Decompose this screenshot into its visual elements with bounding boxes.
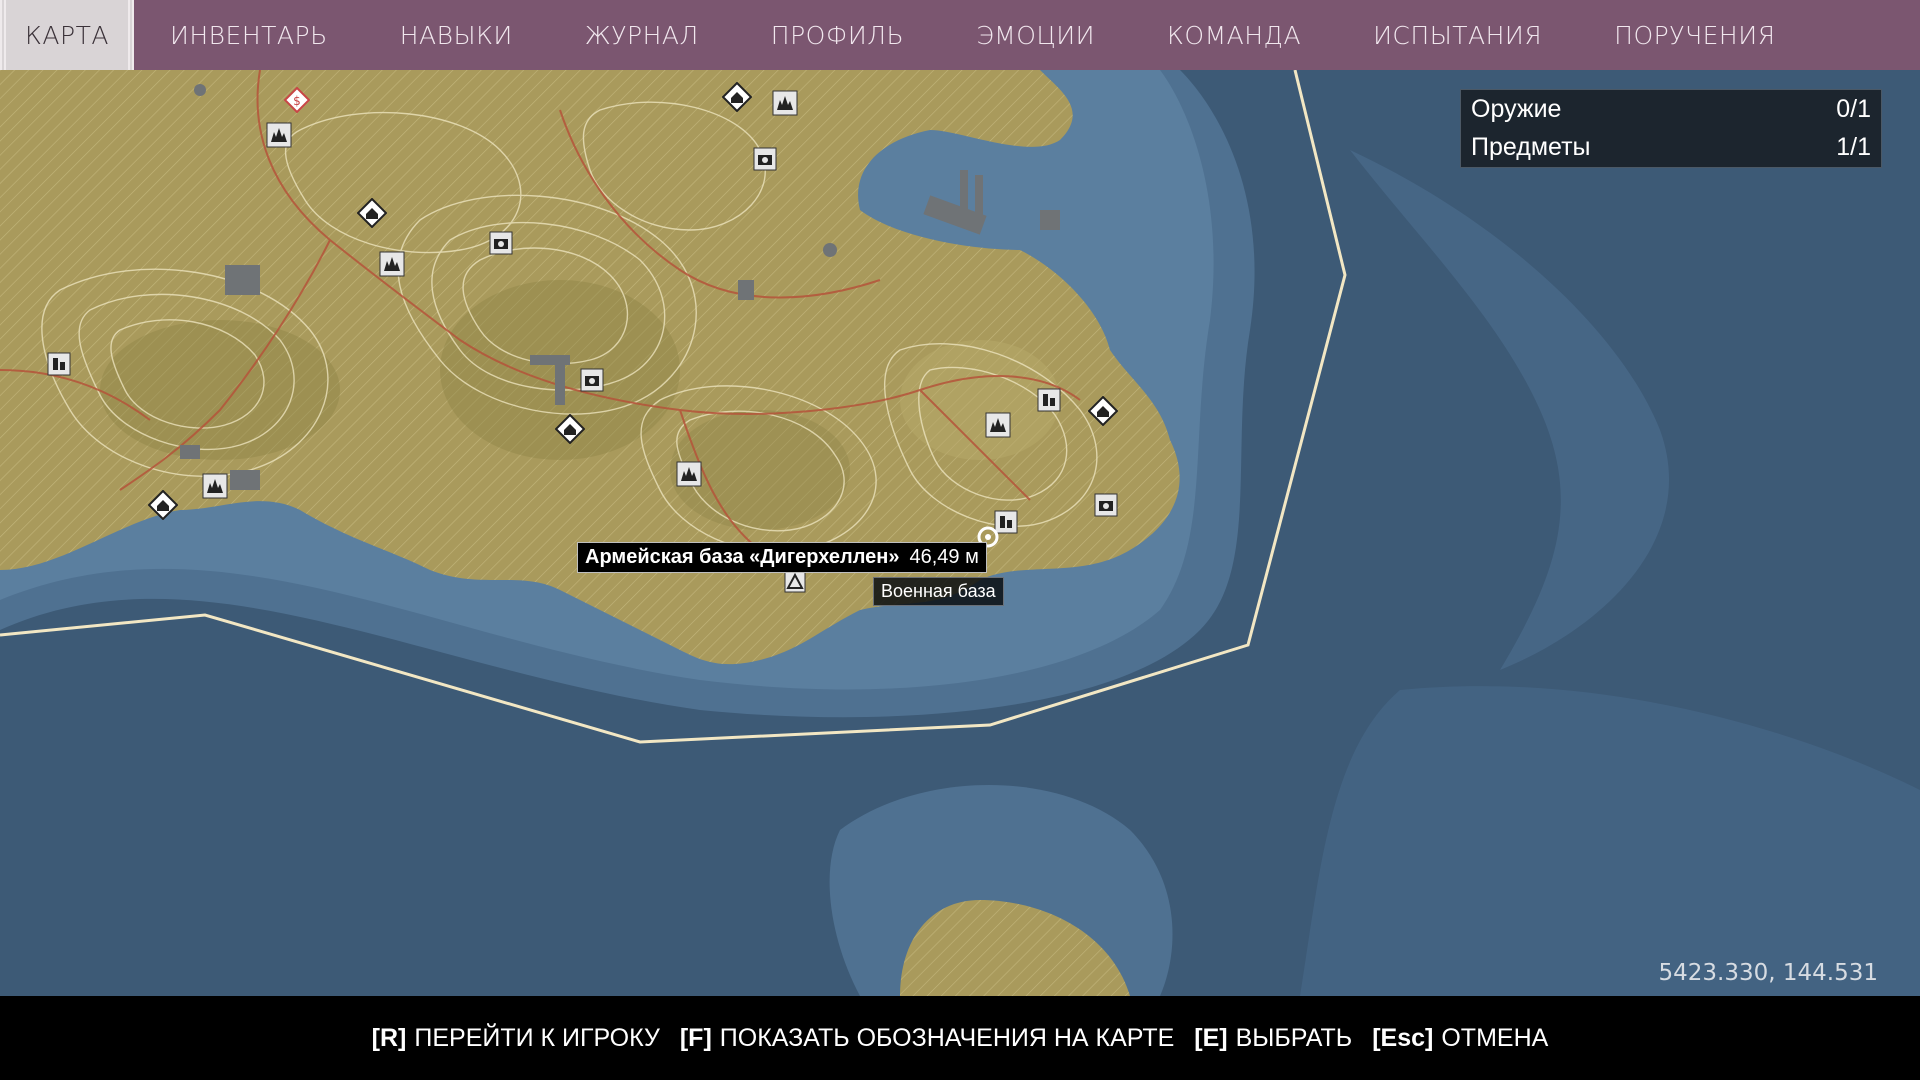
camera-icon[interactable]: [580, 368, 604, 392]
objective-row-items: Предметы 1/1: [1461, 128, 1881, 166]
warning-icon[interactable]: $: [284, 87, 310, 113]
top-navigation: КАРТА ИНВЕНТАРЬ НАВЫКИ ЖУРНАЛ ПРОФИЛЬ ЭМ…: [0, 0, 1920, 70]
landmark-icon[interactable]: [266, 122, 292, 148]
landmark-icon[interactable]: [985, 412, 1011, 438]
world-map[interactable]: $: [0, 70, 1920, 996]
hint-label: ОТМЕНА: [1441, 1023, 1549, 1052]
hint-label: ПЕРЕЙТИ К ИГРОКУ: [414, 1023, 660, 1052]
tab-team[interactable]: КОМАНДА: [1131, 0, 1337, 70]
tab-assignments[interactable]: ПОРУЧЕНИЯ: [1578, 0, 1811, 70]
objective-label: Оружие: [1471, 94, 1562, 123]
tab-skills[interactable]: НАВЫКИ: [364, 0, 549, 70]
svg-text:$: $: [293, 94, 301, 108]
military-icon[interactable]: [47, 352, 71, 376]
tab-inventory[interactable]: ИНВЕНТАРЬ: [134, 0, 364, 70]
house-icon[interactable]: [1088, 396, 1118, 426]
hint-show-legend[interactable]: [F] ПОКАЗАТЬ ОБОЗНАЧЕНИЯ НА КАРТЕ: [680, 1024, 1174, 1053]
tab-profile[interactable]: ПРОФИЛЬ: [735, 0, 940, 70]
location-tooltip: Армейская база «Дигерхеллен» 46,49 м: [577, 542, 987, 573]
objectives-panel: Оружие 0/1 Предметы 1/1: [1460, 89, 1882, 168]
tab-challenges[interactable]: ИСПЫТАНИЯ: [1337, 0, 1578, 70]
location-name: Армейская база «Дигерхеллен»: [585, 546, 900, 568]
hint-key: [F]: [679, 1023, 712, 1052]
landmark-icon[interactable]: [772, 90, 798, 116]
hint-key: [Esc]: [1372, 1023, 1434, 1052]
hint-key: [R]: [371, 1023, 407, 1052]
tab-journal[interactable]: ЖУРНАЛ: [549, 0, 735, 70]
location-distance: 46,49 м: [909, 546, 979, 568]
camera-icon[interactable]: [1094, 493, 1118, 517]
hint-select[interactable]: [E] ВЫБРАТЬ: [1194, 1024, 1352, 1053]
objective-row-weapons: Оружие 0/1: [1461, 90, 1881, 128]
camera-icon[interactable]: [489, 231, 513, 255]
landmark-icon[interactable]: [676, 461, 702, 487]
house-icon[interactable]: [148, 490, 178, 520]
house-icon[interactable]: [357, 198, 387, 228]
military-icon[interactable]: [1037, 388, 1061, 412]
base-marker-icon[interactable]: [784, 571, 806, 593]
house-icon[interactable]: [555, 414, 585, 444]
location-type: Военная база: [873, 577, 1004, 606]
hint-go-to-player[interactable]: [R] ПЕРЕЙТИ К ИГРОКУ: [372, 1024, 660, 1053]
hint-label: ПОКАЗАТЬ ОБОЗНАЧЕНИЯ НА КАРТЕ: [719, 1023, 1175, 1052]
hint-label: ВЫБРАТЬ: [1235, 1023, 1353, 1052]
cursor-coordinates: 5423.330, 144.531: [1658, 960, 1878, 986]
landmark-icon[interactable]: [379, 251, 405, 277]
tab-map[interactable]: КАРТА: [0, 0, 134, 70]
camera-icon[interactable]: [753, 147, 777, 171]
hint-cancel[interactable]: [Esc] ОТМЕНА: [1372, 1024, 1548, 1053]
objective-label: Предметы: [1471, 132, 1591, 161]
tab-emotes[interactable]: ЭМОЦИИ: [940, 0, 1131, 70]
hint-bar: [R] ПЕРЕЙТИ К ИГРОКУ [F] ПОКАЗАТЬ ОБОЗНА…: [0, 996, 1920, 1080]
hint-key: [E]: [1194, 1023, 1228, 1052]
house-icon[interactable]: [722, 82, 752, 112]
objective-value: 0/1: [1836, 94, 1871, 123]
landmark-icon[interactable]: [202, 473, 228, 499]
objective-value: 1/1: [1836, 132, 1871, 161]
